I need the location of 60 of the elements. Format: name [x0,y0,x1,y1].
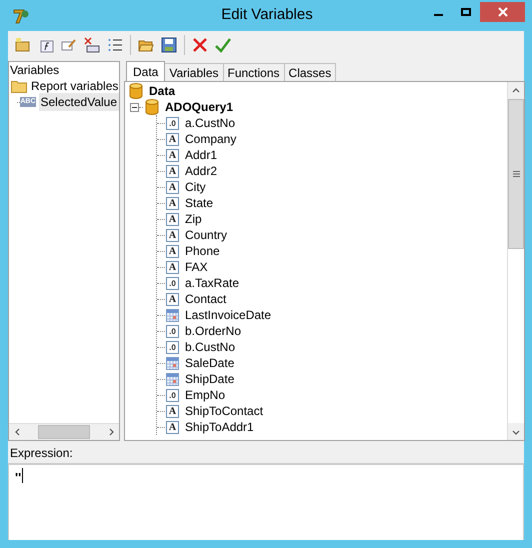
tree-item[interactable]: Zip [185,210,202,228]
text-field-icon: A [166,228,179,242]
vertical-scrollbar[interactable] [507,82,524,440]
tree-item[interactable]: Data [149,82,176,100]
tree-item[interactable]: b.OrderNo [185,322,242,340]
tree-item[interactable]: FAX [185,258,208,276]
grip-icon [512,171,520,177]
number-field-icon: .0 [166,388,179,402]
calendar-icon [166,372,179,386]
folder-icon [11,80,27,92]
calendar-icon [166,356,179,370]
text-field-icon: A [166,196,179,210]
tree-item[interactable]: Addr1 [185,146,218,164]
number-field-icon: .0 [166,324,179,338]
tree-item[interactable]: Phone [185,242,220,260]
number-field-icon: .0 [166,340,179,354]
window-title: Edit Variables [220,5,314,26]
text-field-icon: A [166,404,179,418]
text-field-icon: A [166,164,179,178]
calendar-icon [166,308,179,322]
database-icon [145,99,159,115]
database-icon [129,83,143,99]
horizontal-scrollbar[interactable] [9,423,119,440]
tree-item[interactable]: EmpNo [185,386,226,404]
tree-item[interactable]: State [185,194,214,212]
text-field-icon: A [166,260,179,274]
tree-item[interactable]: a.TaxRate [185,274,240,292]
number-field-icon: .0 [166,116,179,130]
text-field-icon: A [166,132,179,146]
text-field-icon: A [166,180,179,194]
tree-item[interactable]: Addr2 [185,162,218,180]
tree-item[interactable]: ADOQuery1 [165,98,234,116]
tree-item[interactable]: SelectedValue [38,93,119,111]
text-field-icon: A [166,148,179,162]
expression-field[interactable]: '' [8,463,524,540]
tree-item[interactable]: Report variables [9,78,119,94]
expression-label: Expression: [9,445,74,462]
number-field-icon: .0 [166,276,179,290]
tree-item[interactable]: City [185,178,206,196]
tab[interactable]: Classes [284,63,336,81]
tab[interactable]: Data [126,61,166,81]
collapse-icon[interactable] [130,102,139,112]
tree-item[interactable]: LastInvoiceDate [185,306,272,324]
text-field-icon: A [166,244,179,258]
tree-item[interactable]: Company [185,130,236,148]
tree-item[interactable]: ShipToAddr1 [185,418,254,436]
tree-item[interactable]: a.CustNo [185,114,236,132]
tree-item[interactable]: ShipToContact [185,402,264,420]
close-button[interactable] [480,2,525,22]
tree-item[interactable]: Country [185,226,228,244]
text-field-icon: A [166,292,179,306]
tree-item[interactable]: b.CustNo [185,338,236,356]
tree-item[interactable]: Contact [185,290,226,308]
app-logo-icon [12,6,30,24]
text-field-icon: A [166,212,179,226]
panel-title: Variables [9,63,60,78]
tree-item[interactable]: ShipDate [185,370,234,388]
close-icon [498,6,508,16]
tree-item[interactable]: SaleDate [185,354,234,372]
text-field-icon: A [166,420,179,434]
